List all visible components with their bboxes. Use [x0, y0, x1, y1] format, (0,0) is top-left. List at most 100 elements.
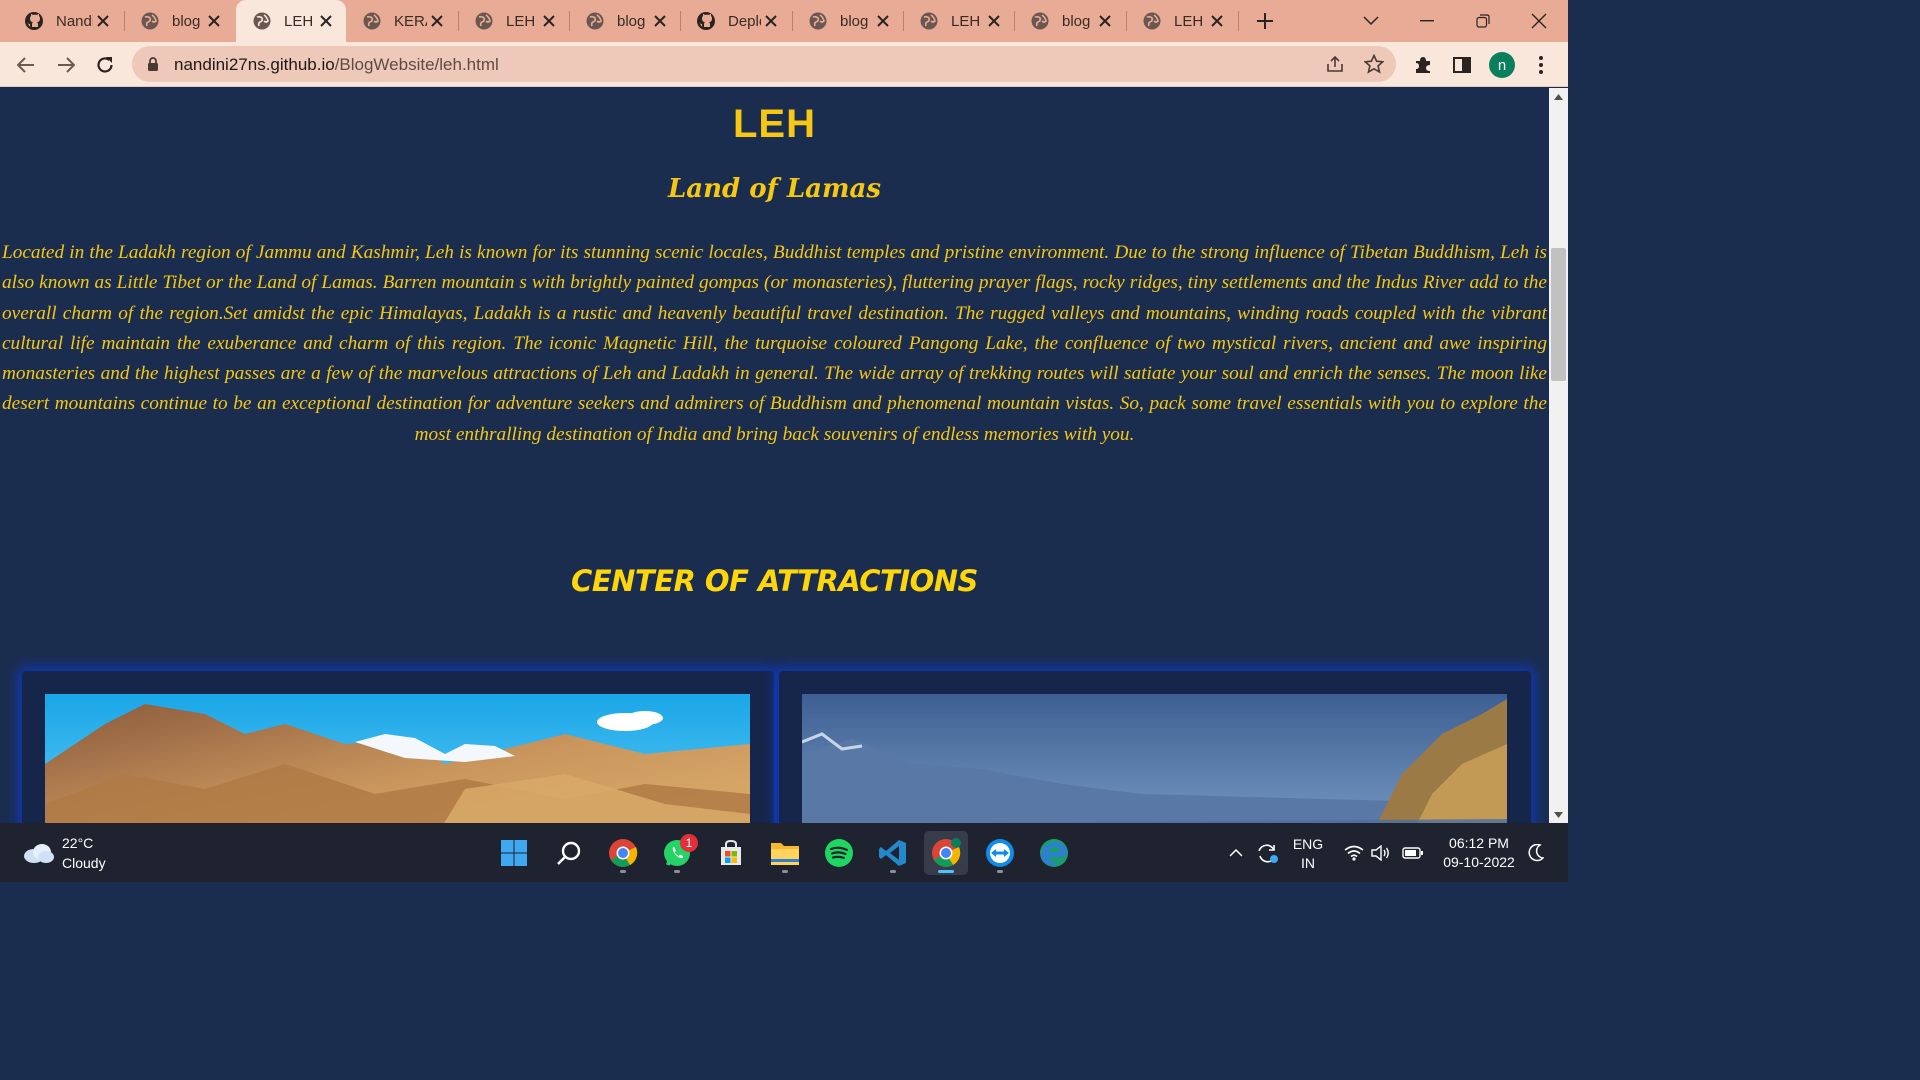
- weather-widget[interactable]: 22°C Cloudy: [22, 833, 106, 873]
- browser-toolbar: nandini27ns.github.io/BlogWebsite/leh.ht…: [0, 42, 1568, 87]
- page-scrollbar[interactable]: [1549, 88, 1568, 823]
- tab-label: KERALA: [394, 12, 427, 30]
- tab-2[interactable]: blog: [124, 0, 234, 42]
- windows-logo-icon: [501, 840, 527, 866]
- windows-taskbar: 22°C Cloudy 1 ENG IN 06:12 PM 09-10-2022: [0, 823, 1568, 882]
- chevron-up-icon: [1229, 849, 1243, 857]
- tab-6[interactable]: blog: [569, 0, 680, 42]
- globe-icon: [363, 12, 381, 30]
- tab-3-active[interactable]: LEH: [236, 0, 346, 42]
- store-app-button[interactable]: [709, 831, 753, 875]
- weather-temperature: 22°C: [62, 835, 94, 851]
- triangle-up-icon: [1554, 93, 1563, 100]
- battery-button[interactable]: [1398, 831, 1428, 875]
- scroll-down-button[interactable]: [1549, 806, 1568, 823]
- tray-overflow-button[interactable]: [1222, 831, 1250, 875]
- close-icon[interactable]: [873, 11, 893, 31]
- tab-label: blog: [840, 12, 869, 30]
- wifi-icon: [1344, 845, 1364, 861]
- notifications-button[interactable]: [1524, 831, 1548, 875]
- share-icon[interactable]: [1325, 54, 1345, 74]
- minimize-icon: [1420, 20, 1434, 22]
- close-icon[interactable]: [1207, 11, 1227, 31]
- start-button[interactable]: [492, 831, 536, 875]
- chrome-icon: [609, 839, 638, 867]
- running-indicator: [620, 870, 626, 873]
- close-icon[interactable]: [650, 11, 670, 31]
- scroll-up-button[interactable]: [1549, 88, 1568, 105]
- bookmark-star-icon[interactable]: [1364, 54, 1384, 74]
- close-icon[interactable]: [316, 11, 336, 31]
- volume-button[interactable]: [1368, 831, 1394, 875]
- attraction-image[interactable]: [802, 694, 1507, 823]
- clock[interactable]: 06:12 PM 09-10-2022: [1436, 834, 1522, 872]
- chevron-down-icon: [1363, 16, 1379, 26]
- tab-1[interactable]: Nandini: [8, 0, 123, 42]
- close-icon[interactable]: [427, 11, 447, 31]
- profile-avatar[interactable]: n: [1489, 52, 1515, 78]
- search-icon: [557, 841, 581, 865]
- tab-label: blog: [1062, 12, 1091, 30]
- file-explorer-button[interactable]: [763, 831, 807, 875]
- menu-button[interactable]: [1524, 48, 1558, 82]
- restore-button[interactable]: [1465, 3, 1501, 39]
- attraction-card[interactable]: [779, 671, 1531, 823]
- page-viewport: LEH Land of Lamas Located in the Ladakh …: [0, 88, 1549, 823]
- chrome-app-button[interactable]: [601, 831, 645, 875]
- close-icon[interactable]: [761, 11, 781, 31]
- forward-button[interactable]: [49, 48, 83, 82]
- extensions-button[interactable]: [1406, 48, 1440, 82]
- new-tab-button[interactable]: [1247, 3, 1283, 39]
- address-bar[interactable]: nandini27ns.github.io/BlogWebsite/leh.ht…: [132, 46, 1396, 82]
- running-indicator: [938, 870, 954, 873]
- chrome-profile-app-button[interactable]: [924, 831, 968, 875]
- reload-button[interactable]: [88, 48, 122, 82]
- mountain-landscape-image: [45, 694, 750, 823]
- tab-8[interactable]: blog: [792, 0, 903, 42]
- tab-strip: Nandini blog LEH KERALA LEH blog Deploym…: [0, 0, 1568, 42]
- tab-10[interactable]: blog: [1014, 0, 1125, 42]
- sync-status-button[interactable]: [1252, 831, 1282, 875]
- sync-icon: [1258, 844, 1278, 863]
- minimize-button[interactable]: [1409, 3, 1445, 39]
- attraction-image[interactable]: [45, 694, 750, 823]
- tab-4[interactable]: KERALA: [346, 0, 457, 42]
- search-button[interactable]: [547, 831, 591, 875]
- back-button[interactable]: [9, 48, 43, 82]
- edge-app-button[interactable]: [1032, 831, 1076, 875]
- tab-label: LEH: [951, 12, 981, 30]
- tab-label: LEH: [284, 12, 314, 30]
- close-icon[interactable]: [539, 11, 559, 31]
- language-indicator[interactable]: ENG IN: [1288, 835, 1328, 873]
- tab-label: blog: [172, 12, 201, 30]
- running-indicator: [782, 870, 788, 873]
- scroll-thumb[interactable]: [1551, 248, 1566, 381]
- whatsapp-app-button[interactable]: 1: [655, 831, 699, 875]
- side-panel-button[interactable]: [1445, 48, 1479, 82]
- globe-icon: [475, 12, 493, 30]
- spotify-app-button[interactable]: [817, 831, 861, 875]
- teamviewer-app-button[interactable]: [978, 831, 1022, 875]
- tab-5[interactable]: LEH: [458, 0, 569, 42]
- close-window-button[interactable]: [1521, 3, 1557, 39]
- lock-icon[interactable]: [147, 56, 159, 72]
- moon-icon: [1528, 844, 1544, 862]
- arrow-left-icon: [17, 57, 34, 73]
- folder-icon: [771, 843, 799, 865]
- close-icon[interactable]: [984, 11, 1004, 31]
- teamviewer-icon: [986, 839, 1014, 867]
- running-indicator: [674, 870, 680, 873]
- attraction-card[interactable]: [22, 671, 774, 823]
- side-panel-icon: [1453, 57, 1471, 73]
- close-icon[interactable]: [1095, 11, 1115, 31]
- tab-11[interactable]: LEH: [1126, 0, 1237, 42]
- vscode-app-button[interactable]: [871, 831, 915, 875]
- close-icon[interactable]: [93, 11, 113, 31]
- close-icon[interactable]: [204, 11, 224, 31]
- tab-label: LEH: [1174, 12, 1204, 30]
- wifi-button[interactable]: [1340, 831, 1368, 875]
- tab-7[interactable]: Deployments: [680, 0, 791, 42]
- tab-search-button[interactable]: [1353, 3, 1389, 39]
- tab-9[interactable]: LEH: [903, 0, 1014, 42]
- url-path: /BlogWebsite/leh.html: [334, 55, 499, 74]
